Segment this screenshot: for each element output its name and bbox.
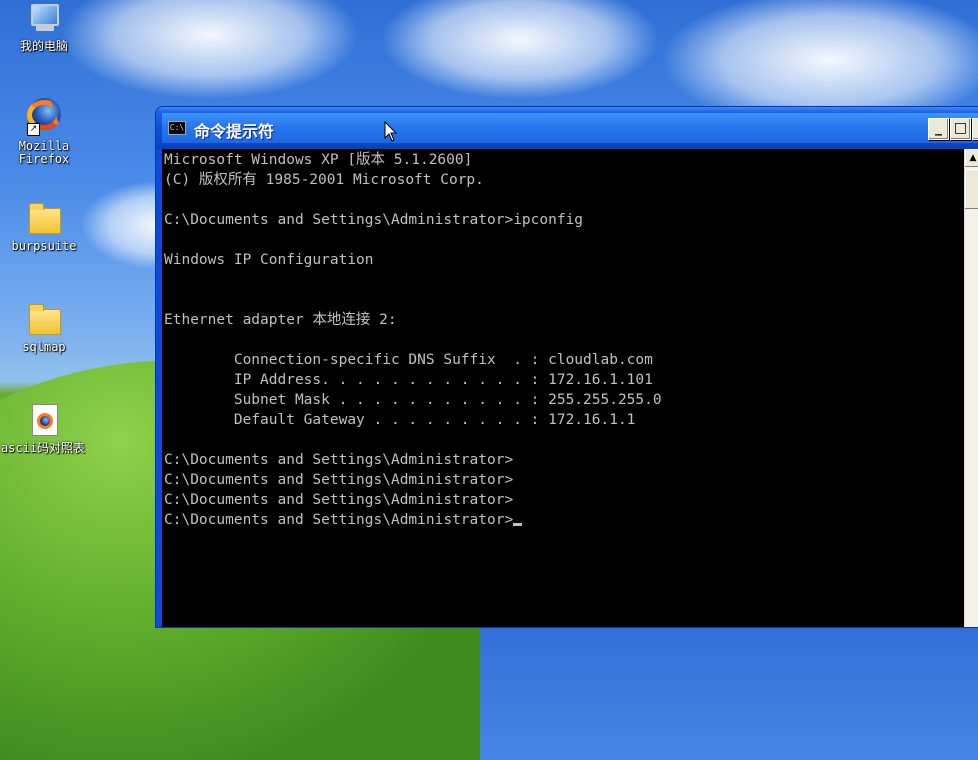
console-prompt-line[interactable]: C:\Documents and Settings\Administrator>: [164, 510, 962, 530]
desktop-icon-label: burpsuite: [11, 239, 77, 253]
desktop-icon-label: sqlmap: [22, 340, 66, 354]
console-line: Ethernet adapter 本地连接 2:: [164, 312, 397, 328]
console-line: IP Address. . . . . . . . . . . . : 172.…: [164, 372, 653, 388]
console-line: Default Gateway . . . . . . . . . : 172.…: [164, 412, 636, 428]
mouse-pointer-icon: [384, 121, 398, 142]
desktop-icon-sqlmap[interactable]: sqlmap: [4, 303, 84, 354]
close-button[interactable]: ×: [972, 118, 978, 140]
console-line: Windows IP Configuration: [164, 252, 374, 268]
console-prompt: C:\Documents and Settings\Administrator>: [164, 512, 514, 528]
console-line: C:\Documents and Settings\Administrator>: [164, 452, 514, 468]
vertical-scrollbar[interactable]: ▲: [964, 149, 978, 627]
shortcut-arrow-icon: ↗: [27, 123, 40, 136]
console-line: C:\Documents and Settings\Administrator>…: [164, 212, 584, 228]
computer-icon: [27, 2, 61, 36]
firefox-document-icon: [27, 404, 61, 438]
minimize-icon: _: [935, 120, 942, 136]
desktop-icon-label: 我的电脑: [19, 39, 68, 53]
desktop-icon-label: Mozilla Firefox: [18, 139, 70, 166]
title-bar-inner[interactable]: C:\ 命令提示符 _ □ ×: [162, 113, 978, 143]
desktop-icon-label: ascii码对照表: [0, 441, 86, 455]
console-icon[interactable]: C:\: [168, 121, 186, 135]
desktop-icon-firefox[interactable]: ↗ Mozilla Firefox: [4, 98, 84, 166]
desktop-icon-ascii-table[interactable]: ascii码对照表: [1, 404, 85, 455]
command-prompt-window[interactable]: C:\ 命令提示符 _ □ × Microsoft Windows XP [版本…: [156, 107, 978, 627]
desktop-icon-burpsuite[interactable]: burpsuite: [4, 202, 84, 253]
console-line: (C) 版权所有 1985-2001 Microsoft Corp.: [164, 172, 484, 188]
folder-icon: [27, 202, 61, 236]
text-cursor: [513, 523, 523, 526]
window-title: 命令提示符: [194, 122, 275, 141]
console-line: C:\Documents and Settings\Administrator>: [164, 472, 514, 488]
console-output[interactable]: Microsoft Windows XP [版本 5.1.2600] (C) 版…: [162, 149, 964, 627]
folder-icon: [27, 303, 61, 337]
maximize-icon: □: [953, 120, 968, 136]
window-titlebar[interactable]: C:\ 命令提示符 _ □ ×: [156, 107, 978, 149]
console-line: C:\Documents and Settings\Administrator>: [164, 492, 514, 508]
console-line: Connection-specific DNS Suffix . : cloud…: [164, 352, 653, 368]
scroll-thumb[interactable]: [965, 169, 978, 209]
maximize-button[interactable]: □: [950, 118, 971, 140]
minimize-button[interactable]: _: [928, 118, 949, 140]
firefox-icon: ↗: [27, 98, 61, 136]
console-line: Microsoft Windows XP [版本 5.1.2600]: [164, 152, 473, 168]
desktop-icon-my-computer[interactable]: 我的电脑: [4, 2, 84, 53]
console-line: Subnet Mask . . . . . . . . . . . : 255.…: [164, 392, 662, 408]
scroll-up-button[interactable]: ▲: [965, 149, 978, 167]
